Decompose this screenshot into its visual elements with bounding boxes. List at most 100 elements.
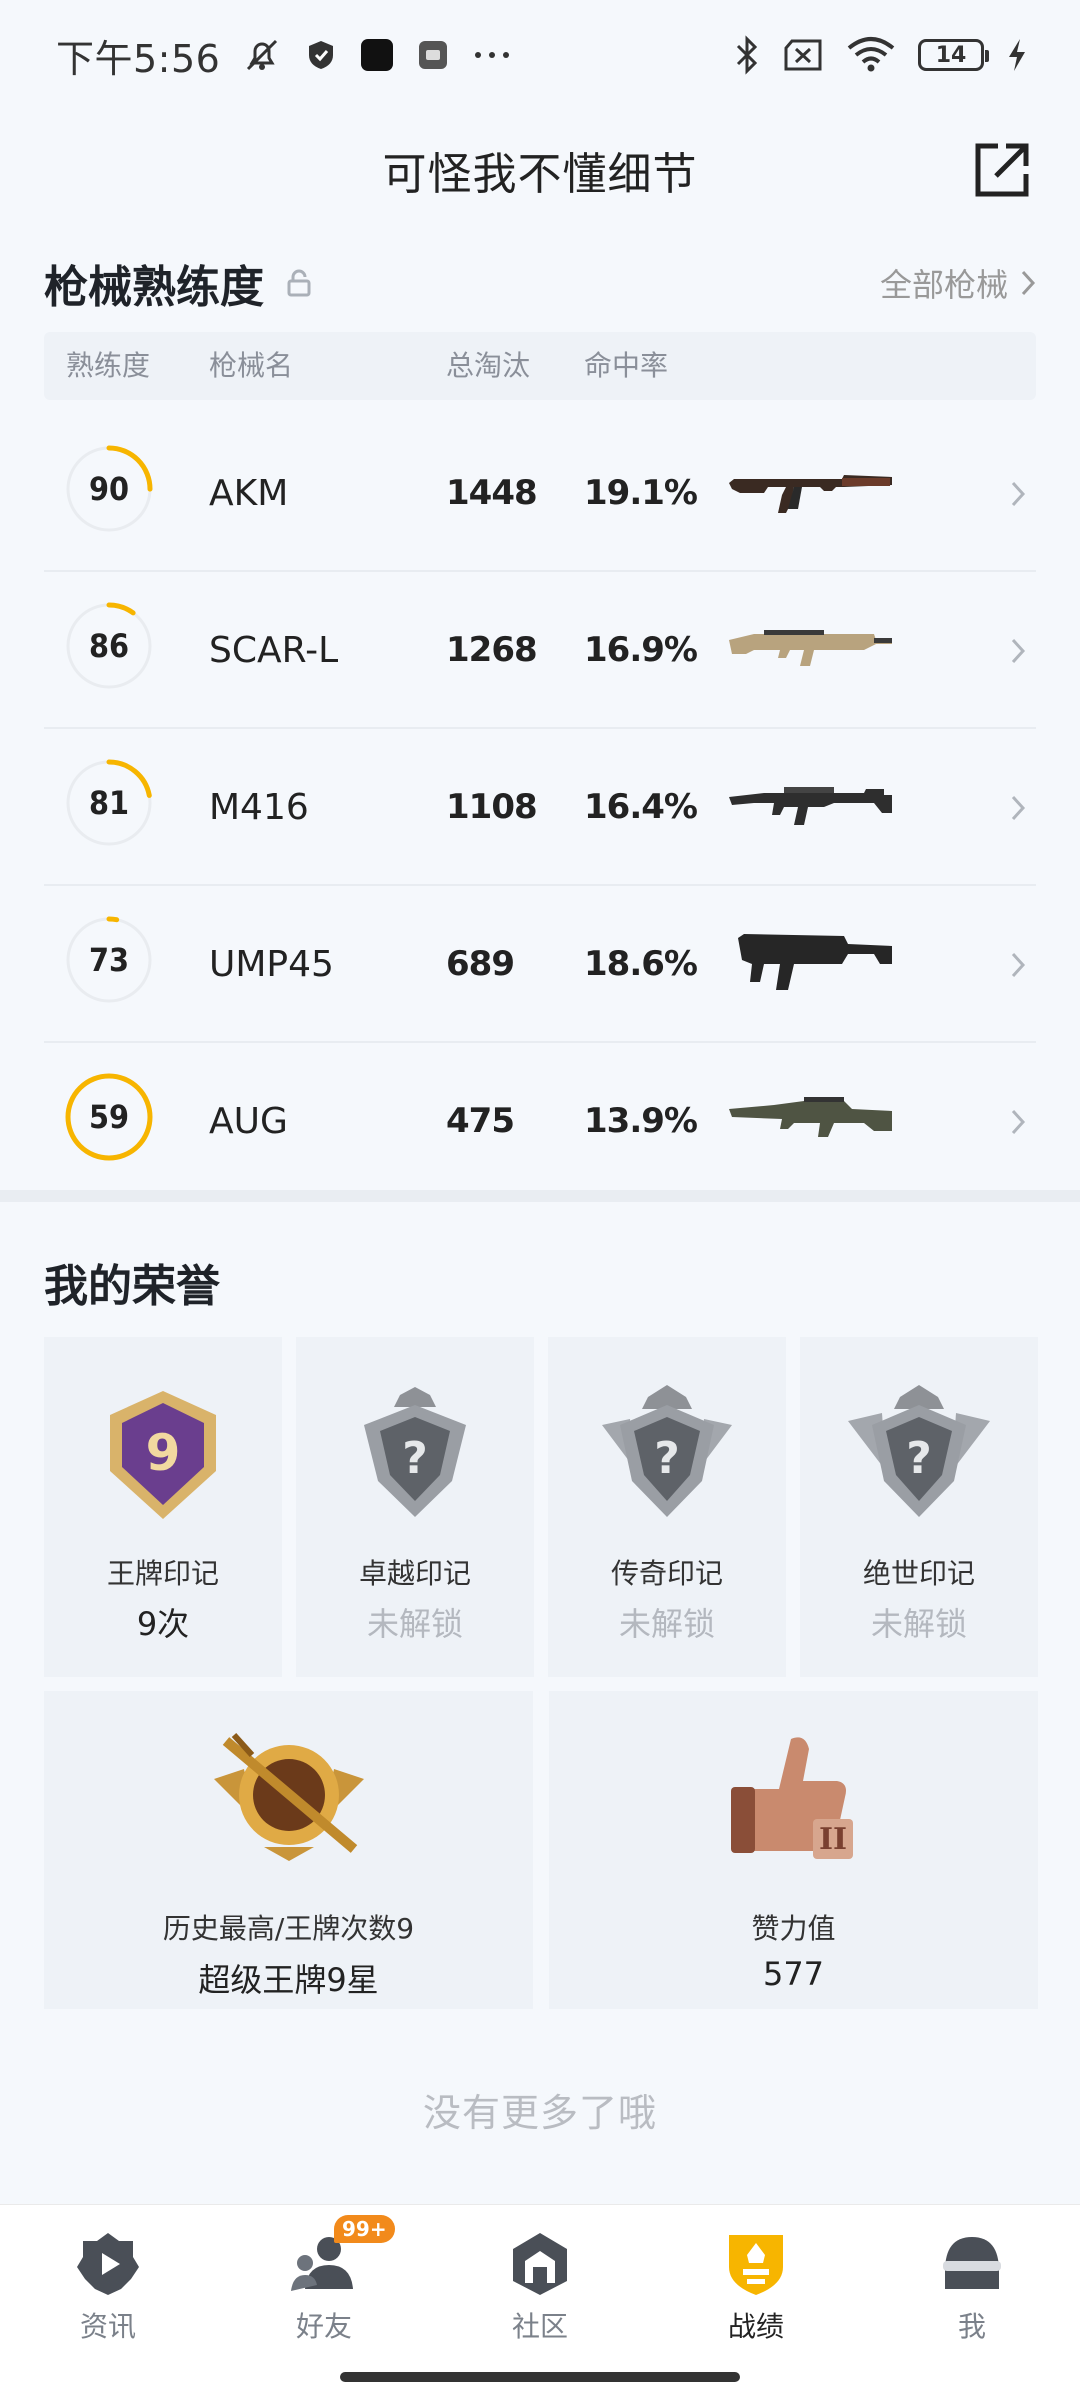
row-chevron (1010, 1043, 1026, 1200)
honor-value: 超级王牌9星 (198, 1961, 379, 1999)
locked-badge-icon: ? (602, 1385, 732, 1517)
status-left: 下午5:56 (56, 28, 512, 83)
honor-card-legend[interactable]: ? 传奇印记 未解锁 (548, 1337, 786, 1677)
gun-section-header: 枪械熟练度 全部枪械 (44, 250, 1036, 316)
gun-row-ump45[interactable]: 73 UMP45 689 18.6% (44, 886, 1036, 1043)
nav-item-community[interactable]: 社区 (432, 2205, 648, 2365)
nav-label: 我 (957, 2310, 986, 2343)
gun-name: AKM (209, 473, 289, 514)
locked-badge-icon: ? (848, 1385, 990, 1517)
locked-badge-icon: ? (364, 1387, 466, 1517)
bluetooth-icon (734, 35, 760, 75)
proficiency-value: 81 (88, 784, 130, 822)
tiktok-app-icon (360, 38, 394, 72)
gun-row-scar-l[interactable]: 86 SCAR-L 1268 16.9% (44, 572, 1036, 729)
shield-app-icon (304, 38, 338, 72)
no-sim-icon (782, 38, 824, 72)
honor-card-likes[interactable]: II 赞力值 577 (549, 1691, 1038, 2009)
akm-rifle-icon (729, 475, 892, 513)
gun-row-aug[interactable]: 59 AUG 475 13.9% (44, 1043, 1036, 1200)
svg-text:?: ? (906, 1433, 932, 1484)
honor-value: 577 (762, 1955, 825, 1993)
honor-card-peerless[interactable]: ? 绝世印记 未解锁 (800, 1337, 1038, 1677)
status-bar: 下午5:56 14 (0, 0, 1080, 110)
share-icon (975, 143, 1029, 197)
proficiency-value: 73 (88, 941, 130, 979)
gun-kills: 1268 (446, 630, 538, 670)
chevron-right-icon (1011, 795, 1026, 820)
chevron-right-icon (1011, 1109, 1026, 1134)
row-chevron (1010, 415, 1026, 572)
nav-item-friends[interactable]: 99+ 好友 (216, 2205, 432, 2365)
col-proficiency: 熟练度 (66, 349, 151, 382)
col-hit-rate: 命中率 (584, 349, 669, 382)
page-header: 可怪我不懂细节 (0, 110, 1080, 230)
gun-section-title: 枪械熟练度 (44, 251, 312, 315)
more-notifications-icon (472, 45, 512, 65)
ace-rank-emblem-icon (213, 1732, 364, 1861)
nav-item-records[interactable]: 战绩 (648, 2205, 864, 2365)
chevron-right-icon (1021, 270, 1036, 296)
friends-badge: 99+ (334, 2215, 395, 2243)
chevron-right-icon (1011, 481, 1026, 506)
proficiency-value: 90 (88, 470, 130, 508)
gun-section-title-text: 枪械熟练度 (44, 262, 264, 313)
honor-label: 传奇印记 (610, 1557, 723, 1590)
col-gun-name: 枪械名 (209, 349, 294, 382)
honor-label: 王牌印记 (106, 1557, 219, 1590)
gun-kills: 1448 (446, 473, 538, 513)
row-chevron (1010, 729, 1026, 886)
scar-l-rifle-icon (729, 630, 892, 666)
all-guns-label: 全部枪械 (879, 266, 1008, 304)
honor-section-title: 我的荣誉 (44, 1261, 220, 1312)
battery-icon: 14 (918, 39, 989, 71)
share-button[interactable] (972, 110, 1032, 230)
honor-value: 未解锁 (618, 1605, 715, 1643)
nav-label: 社区 (511, 2310, 568, 2343)
honor-value: 9次 (136, 1605, 190, 1643)
honor-label: 赞力值 (751, 1912, 836, 1945)
honor-card-highest-rank[interactable]: 历史最高/王牌次数9 超级王牌9星 (44, 1691, 533, 2009)
honor-value: 未解锁 (366, 1605, 463, 1643)
wifi-icon (846, 36, 896, 74)
all-guns-link[interactable]: 全部枪械 (880, 260, 1036, 306)
nav-label: 资讯 (79, 2310, 136, 2343)
gun-hit-rate: 16.9% (584, 630, 698, 670)
nav-item-news[interactable]: 资讯 (0, 2205, 216, 2365)
mute-bell-icon (242, 35, 282, 75)
svg-text:?: ? (654, 1433, 680, 1484)
nav-label: 好友 (295, 2310, 352, 2343)
gun-hit-rate: 13.9% (584, 1101, 698, 1141)
proficiency-value: 86 (88, 627, 130, 665)
records-trophy-icon (729, 2235, 783, 2295)
m416-rifle-icon (729, 787, 892, 825)
gun-row-m416[interactable]: 81 M416 1108 16.4% (44, 729, 1036, 886)
gun-name: M416 (209, 787, 309, 828)
chevron-right-icon (1011, 638, 1026, 663)
community-icon (513, 2233, 567, 2295)
no-more-text: 没有更多了哦 (422, 2091, 657, 2135)
nav-label: 战绩 (727, 2310, 784, 2343)
aug-rifle-icon (729, 1097, 892, 1137)
honor-value: 未解锁 (870, 1605, 967, 1643)
lock-icon (287, 269, 311, 297)
honor-label: 卓越印记 (358, 1557, 471, 1590)
gun-row-akm[interactable]: 90 AKM 1448 19.1% (44, 415, 1036, 572)
helmet-profile-icon (943, 2237, 1001, 2289)
home-indicator[interactable] (340, 2372, 740, 2382)
row-chevron (1010, 572, 1026, 729)
mi-app-icon (416, 38, 450, 72)
gun-hit-rate: 16.4% (584, 787, 698, 827)
page-title: 可怪我不懂细节 (382, 149, 698, 200)
gun-kills: 1108 (446, 787, 538, 827)
ump45-smg-icon (738, 934, 892, 990)
charging-bolt-icon (1006, 37, 1028, 73)
chevron-right-icon (1011, 952, 1026, 977)
section-divider (0, 1190, 1080, 1202)
gun-table-header: 熟练度 枪械名 总淘汰 命中率 (44, 332, 1036, 400)
honor-card-ace[interactable]: 9 王牌印记 9次 (44, 1337, 282, 1677)
nav-item-me[interactable]: 我 (864, 2205, 1080, 2365)
gun-kills: 475 (446, 1101, 515, 1141)
honor-card-excellence[interactable]: ? 卓越印记 未解锁 (296, 1337, 534, 1677)
row-chevron (1010, 886, 1026, 1043)
